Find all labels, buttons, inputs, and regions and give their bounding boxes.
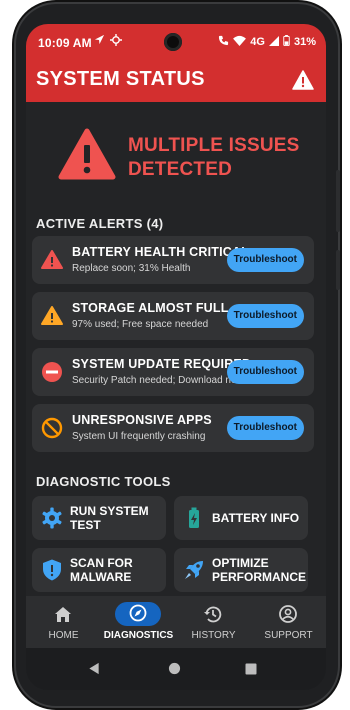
system-navigation-bar (26, 648, 326, 690)
troubleshoot-button[interactable]: Troubleshoot (226, 248, 304, 272)
nav-history[interactable]: HISTORY (176, 596, 251, 648)
nav-label: SUPPORT (264, 630, 313, 641)
tool-label-line2: TEST (70, 518, 101, 532)
status-indicators: 4G 31% (218, 35, 316, 49)
alert-card-update: SYSTEM UPDATE REQUIRED Security Patch ne… (32, 348, 314, 396)
tool-label-line1: RUN SYSTEM (70, 504, 149, 518)
battery-percent: 31% (293, 36, 316, 48)
issues-message-line2: DETECTED (128, 159, 232, 180)
warning-red-icon (40, 248, 64, 272)
call-icon (218, 35, 229, 49)
support-icon (277, 604, 299, 626)
recents-icon[interactable] (245, 662, 257, 680)
nav-support[interactable]: SUPPORT (251, 596, 326, 648)
alert-subtitle: Replace soon; 31% Health (72, 263, 191, 274)
tool-label: RUN SYSTEM TEST (70, 504, 164, 532)
optimize-performance-button[interactable]: OPTIMIZE PERFORMANCE (174, 548, 308, 592)
sync-icon (110, 34, 122, 49)
battery-charging-icon (182, 506, 206, 530)
nav-label: HOME (48, 630, 79, 641)
screen: 10:09 AM 4G 31% SYSTEM STATUS MULTIPLE I… (26, 24, 326, 690)
alert-title: SYSTEM UPDATE REQUIRED (72, 357, 252, 371)
alert-title: UNRESPONSIVE APPS (72, 413, 212, 427)
signal-icon (268, 35, 279, 49)
nav-home[interactable]: HOME (26, 596, 101, 648)
compass-icon (127, 604, 149, 626)
tool-label: OPTIMIZE PERFORMANCE (212, 556, 306, 584)
page-title: SYSTEM STATUS (36, 68, 205, 90)
issues-message-line1: MULTIPLE ISSUES (128, 135, 300, 156)
troubleshoot-button[interactable]: Troubleshoot (226, 304, 304, 328)
tools-section-title: DIAGNOSTIC TOOLS (36, 474, 171, 489)
battery-info-button[interactable]: BATTERY INFO (174, 496, 308, 540)
no-entry-icon (40, 360, 64, 384)
issues-banner: MULTIPLE ISSUES DETECTED (26, 124, 326, 194)
battery-icon (283, 35, 290, 49)
bottom-navigation: HOME DIAGNOSTICS HISTORY SUPPORT (26, 596, 326, 648)
gear-icon (40, 506, 64, 530)
tool-label-line1: OPTIMIZE (212, 556, 269, 570)
wifi-icon (233, 35, 247, 49)
tool-label-line2: PERFORMANCE (212, 570, 307, 584)
nav-label: DIAGNOSTICS (103, 630, 174, 641)
network-type: 4G (250, 36, 265, 48)
tool-label: BATTERY INFO (212, 511, 300, 525)
alert-subtitle: Security Patch needed; Download now (72, 375, 244, 386)
nav-label: HISTORY (191, 630, 236, 641)
prohibited-icon (40, 416, 64, 440)
status-time: 10:09 AM (38, 36, 92, 50)
navigation-icon (94, 34, 105, 48)
issues-message: MULTIPLE ISSUES DETECTED (128, 134, 318, 182)
rocket-icon (182, 558, 206, 582)
home-circle-icon[interactable] (168, 662, 181, 680)
run-system-test-button[interactable]: RUN SYSTEM TEST (32, 496, 166, 540)
alert-subtitle: 97% used; Free space needed (72, 319, 209, 330)
large-warning-icon (58, 128, 116, 185)
status-bar: 10:09 AM 4G 31% (26, 24, 326, 60)
troubleshoot-button[interactable]: Troubleshoot (226, 360, 304, 384)
alert-card-storage: STORAGE ALMOST FULL 97% used; Free space… (32, 292, 314, 340)
history-icon (202, 604, 224, 626)
alert-card-apps: UNRESPONSIVE APPS System UI frequently c… (32, 404, 314, 452)
volume-button (336, 250, 340, 290)
home-icon (52, 604, 74, 626)
warning-icon[interactable] (292, 70, 314, 95)
front-camera (164, 33, 182, 51)
power-button (336, 170, 340, 232)
alerts-section-title: ACTIVE ALERTS (4) (36, 216, 164, 231)
alert-title: BATTERY HEALTH CRITICAL (72, 245, 250, 259)
alert-card-battery: BATTERY HEALTH CRITICAL Replace soon; 31… (32, 236, 314, 284)
alert-title: STORAGE ALMOST FULL (72, 301, 229, 315)
scan-malware-button[interactable]: SCAN FOR MALWARE (32, 548, 166, 592)
tool-label: SCAN FOR MALWARE (70, 556, 164, 584)
app-bar: SYSTEM STATUS (26, 60, 326, 102)
alert-subtitle: System UI frequently crashing (72, 431, 206, 442)
warning-orange-icon (40, 304, 64, 328)
tool-label-line2: MALWARE (70, 570, 132, 584)
nav-diagnostics[interactable]: DIAGNOSTICS (101, 596, 176, 648)
back-icon[interactable] (88, 662, 100, 680)
troubleshoot-button[interactable]: Troubleshoot (226, 416, 304, 440)
shield-alert-icon (40, 558, 64, 582)
tool-label-line1: SCAN FOR (70, 556, 133, 570)
